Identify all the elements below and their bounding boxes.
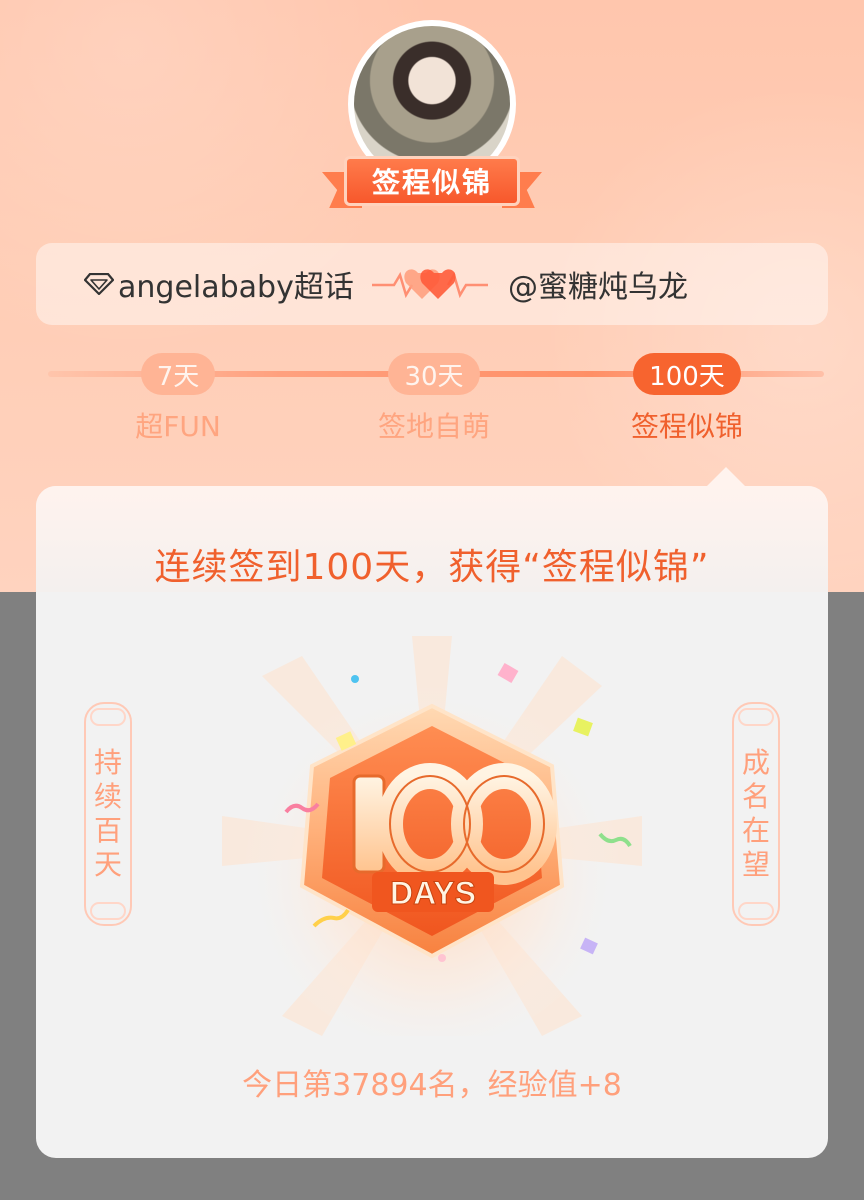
user-link[interactable]: @蜜糖炖乌龙	[508, 243, 688, 325]
heartbeat-hearts-icon	[372, 269, 488, 299]
medal-caption: DAYS	[372, 872, 494, 912]
motto-char: 名	[741, 780, 770, 813]
rank-and-exp: 今日第37894名，经验值+8	[242, 1068, 622, 1103]
motto-char: 成	[741, 746, 770, 779]
milestone-7-days[interactable]: 7天 超FUN	[120, 353, 236, 445]
milestone-100-days[interactable]: 100天 签程似锦	[624, 353, 750, 445]
milestone-days: 7天	[140, 353, 216, 395]
milestone-label: 签地自萌	[377, 410, 490, 443]
motto-char: 望	[741, 848, 770, 881]
milestone-label: 超FUN	[135, 410, 221, 443]
diamond-icon	[84, 273, 114, 295]
milestone-days: 30天	[388, 353, 480, 395]
svg-text:DAYS: DAYS	[390, 875, 476, 911]
milestone-days: 100天	[633, 353, 741, 395]
motto-char: 续	[93, 780, 122, 813]
user-label: @蜜糖炖乌龙	[508, 270, 688, 305]
topic-label: angelababy超话	[118, 270, 354, 305]
topic-pair-bar: angelababy超话 @蜜糖炖乌龙	[36, 243, 828, 325]
badge-ribbon: 签程似锦	[322, 156, 542, 212]
medal-100-days: DAYS	[222, 636, 642, 1036]
milestone-label: 签程似锦	[630, 410, 743, 443]
topic-link[interactable]: angelababy超话	[84, 243, 354, 325]
motto-char: 持	[93, 746, 122, 779]
right-motto-plate: 成 名 在 望	[732, 702, 780, 926]
badge-title: 签程似锦	[344, 156, 520, 206]
motto-char: 百	[93, 814, 122, 847]
selection-pointer	[706, 467, 746, 487]
milestone-30-days[interactable]: 30天 签地自萌	[371, 353, 497, 445]
reward-card: 连续签到100天，获得“签程似锦” 持 续 百 天 成 名 在 望 DAYS 今…	[36, 486, 828, 1158]
left-motto-plate: 持 续 百 天	[84, 702, 132, 926]
motto-char: 天	[93, 848, 122, 881]
motto-char: 在	[741, 814, 770, 847]
card-title: 连续签到100天，获得“签程似锦”	[154, 547, 710, 588]
